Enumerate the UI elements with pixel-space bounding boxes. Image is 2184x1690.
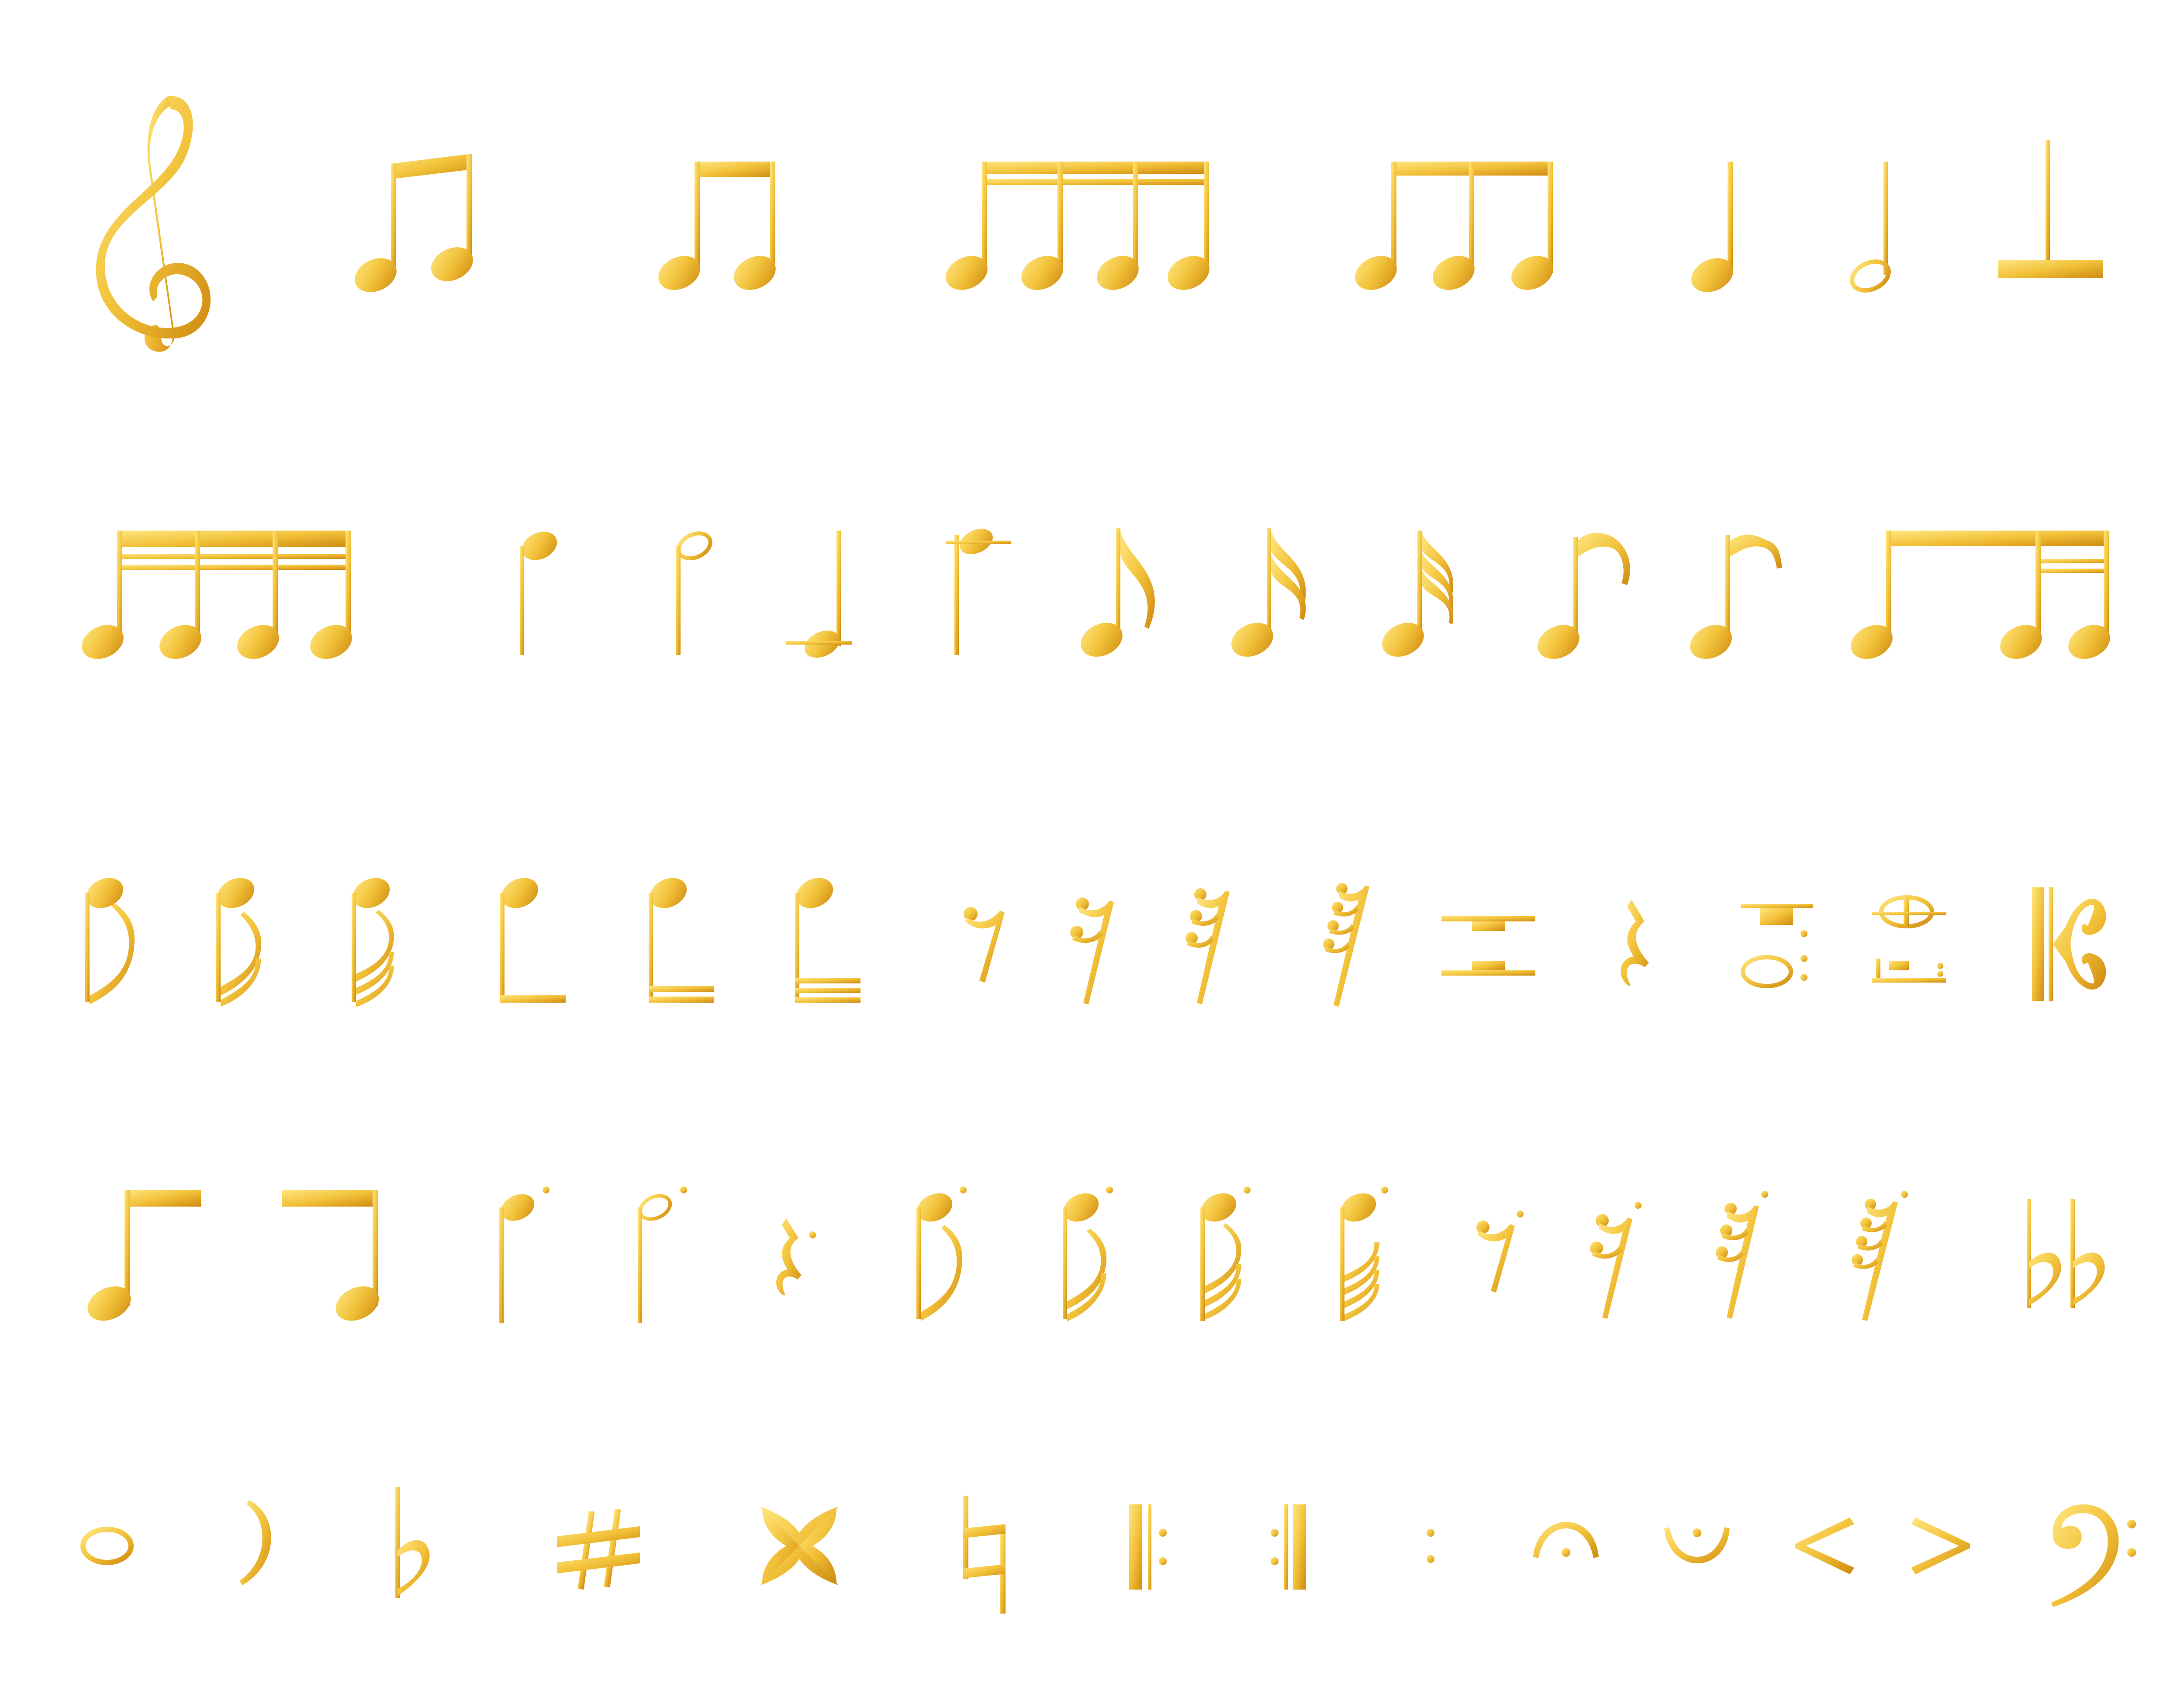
eighth-note-stem-down-icon [85,878,135,1004]
natural-icon [963,1496,1006,1614]
music-symbols-canvas [0,0,2184,1690]
dotted-eighth-rest-icon [1476,1211,1524,1293]
two-beamed-eighth-notes-slanted-icon [355,154,473,292]
treble-clef-icon [96,96,211,352]
whole-note-ledger-icon [1872,895,1946,983]
repeat-end-icon [1271,1504,1306,1590]
eighth-note-bracket-icon [500,878,566,1003]
sixteenth-note-icon [1231,528,1306,657]
two-beamed-eighth-notes-icon [658,162,776,290]
dotted-sixty-fourth-rest-icon [1852,1191,1908,1321]
half-note-stem-down-icon [676,531,712,655]
decrescendo-icon [1911,1518,1970,1574]
dotted-sixteenth-note-stem-down-icon [1063,1186,1113,1321]
half-rest-icon [1998,140,2103,278]
eighth-note-flag-right-icon [282,1190,379,1321]
thirty-second-note-icon [1382,531,1454,657]
dotted-quarter-rest-icon [776,1218,816,1296]
sixteenth-note-bracket-icon [649,878,714,1003]
eighth-note-hook-icon [1538,533,1630,659]
dotted-sixty-fourth-note-stem-down-icon [1340,1186,1388,1321]
bass-clef-icon [2051,1504,2136,1607]
half-note-icon [1850,162,1891,293]
flat-icon [395,1487,430,1598]
three-beamed-eighth-notes-icon [1355,162,1553,290]
eighth-note-icon [1081,528,1155,657]
thirty-second-note-bracket-icon [795,878,860,1003]
quarter-note-icon [1691,162,1733,292]
eighth-note-flag-left-icon [87,1190,201,1321]
thirty-second-note-stem-down-icon [352,878,394,1007]
quarter-note-ledger-icon [786,531,852,658]
alto-clef-icon [2032,887,2106,1001]
half-note-ledger-icon [946,528,1011,655]
double-flat-icon [2027,1199,2105,1308]
whole-note-icon [80,1527,134,1565]
eighth-note-hook-alt-icon [1690,535,1782,659]
fermata-icon [1533,1522,1599,1558]
dotted-sixteenth-rest-icon [1590,1202,1641,1319]
quarter-rest-icon [1621,900,1649,986]
repeat-start-icon [1129,1504,1167,1590]
dotted-thirty-second-note-stem-down-icon [1200,1186,1251,1321]
double-sharp-icon [760,1507,839,1585]
dotted-eighth-note-stem-down-icon [916,1186,967,1321]
quarter-note-stem-down-icon [520,531,557,655]
dotted-thirty-second-rest-icon [1716,1191,1768,1319]
sharp-icon [557,1508,640,1590]
eighth-rest-icon [964,907,1005,983]
dotted-whole-note-ledger-icon [1741,904,1813,988]
fermata-inverted-icon [1664,1527,1730,1563]
thirty-second-rest-icon [1185,888,1230,1004]
dotted-quarter-note-stem-down-icon [499,1186,549,1323]
colon-dots-icon [1427,1529,1434,1563]
sixty-fourth-rest-icon [1323,883,1369,1007]
dotted-half-note-stem-down-icon [638,1186,687,1323]
crescendo-icon [1795,1518,1854,1574]
tie-icon [239,1500,271,1585]
sixteenth-note-stem-down-icon [216,878,262,1007]
eighth-sixteenth-beamed-icon [1851,531,2110,659]
whole-half-rest-icon [1441,916,1535,976]
four-beamed-sixteenth-notes-icon [946,162,1209,290]
sixteenth-rest-icon [1070,897,1114,1004]
four-beamed-thirty-second-notes-icon [82,531,352,659]
